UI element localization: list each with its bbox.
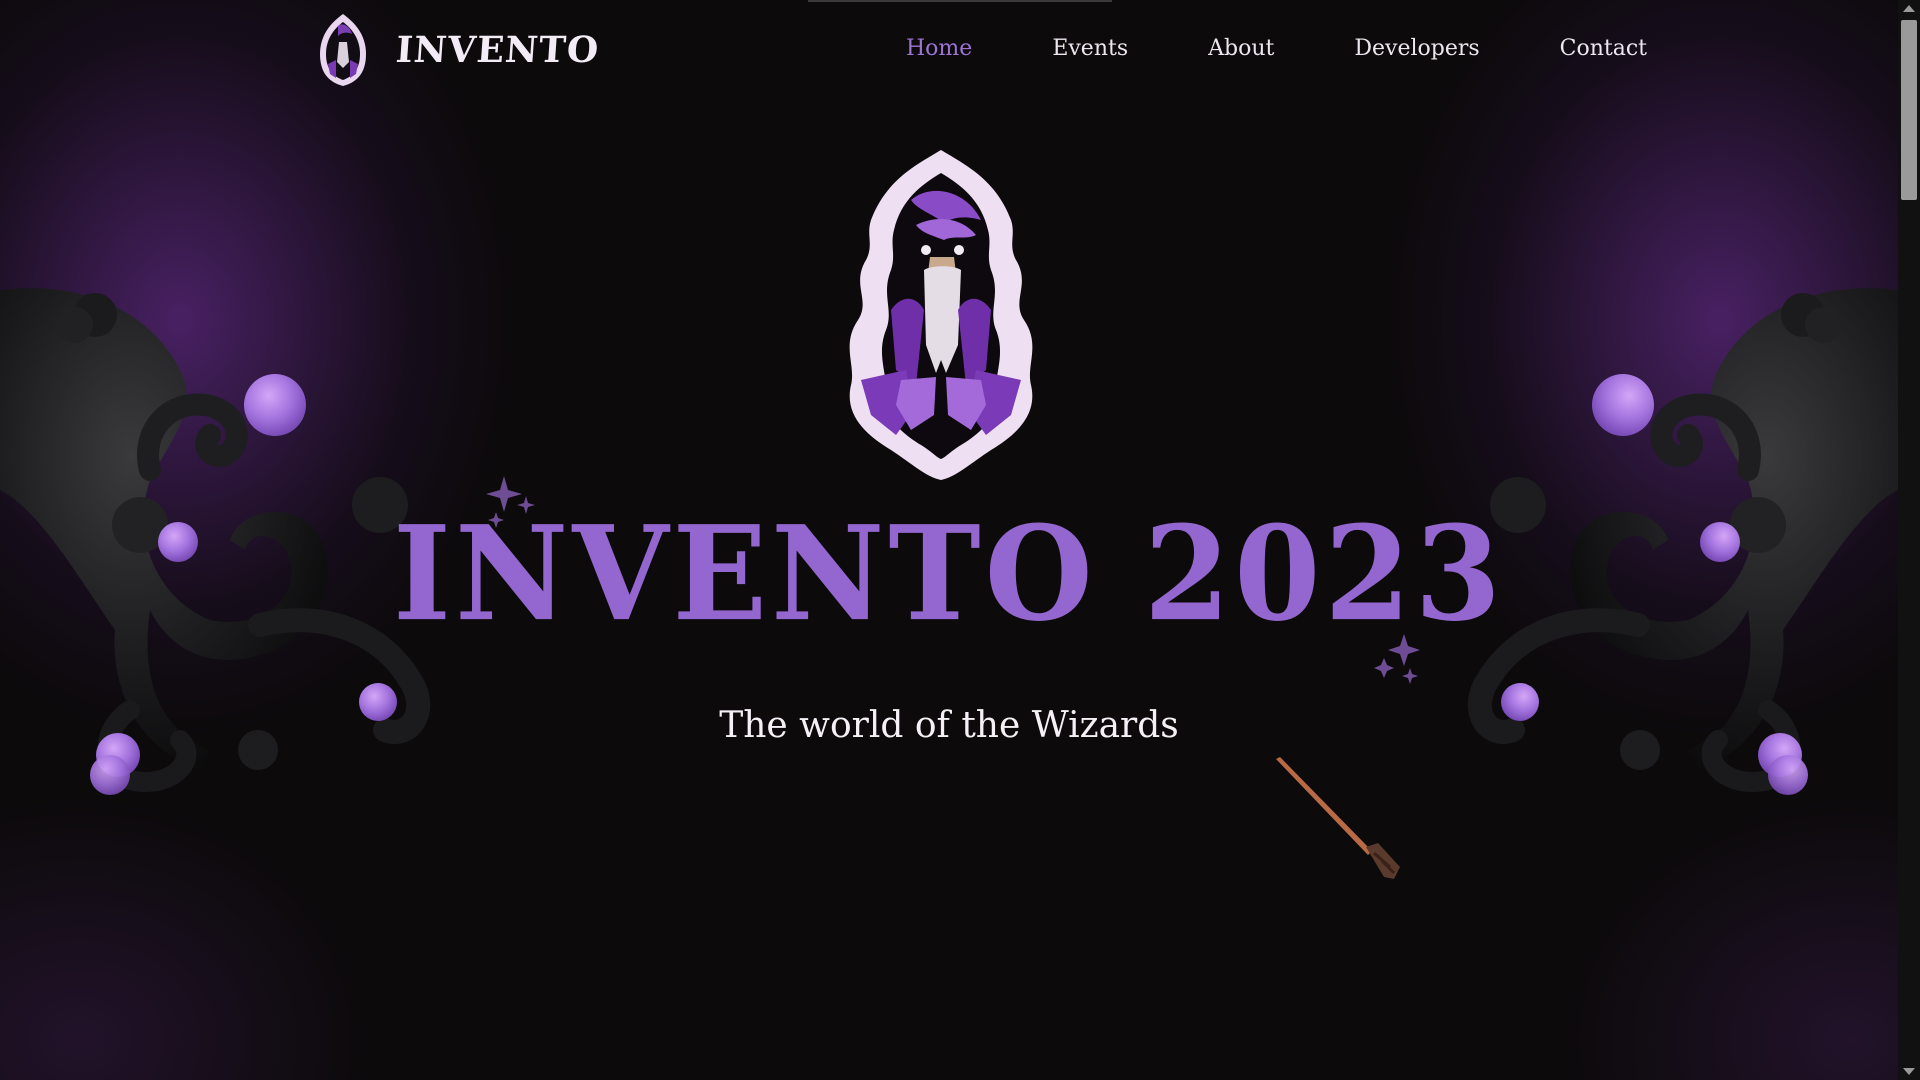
hero-subtitle: The world of the Wizards	[719, 705, 1179, 746]
scroll-thumb[interactable]	[1901, 20, 1917, 200]
wizard-logo-icon	[320, 14, 366, 86]
scroll-up-arrow-icon[interactable]	[1903, 5, 1915, 12]
nav-link-developers[interactable]: Developers	[1354, 30, 1479, 70]
hero-title: INVENTO 2023	[393, 498, 1505, 651]
scroll-down-arrow-icon[interactable]	[1903, 1068, 1915, 1075]
navbar: INVENTO Home Events About Developers Con…	[0, 0, 1898, 100]
nav-link-contact[interactable]: Contact	[1560, 30, 1647, 70]
magic-wand-icon	[1276, 757, 1400, 879]
page: INVENTO Home Events About Developers Con…	[0, 0, 1898, 1080]
nav-links: Home Events About Developers Contact	[880, 30, 1647, 70]
wizard-hero-icon	[849, 150, 1033, 480]
nav-link-about[interactable]: About	[1208, 30, 1274, 70]
nav-link-home[interactable]: Home	[906, 30, 972, 70]
brand-home-link[interactable]: INVENTO	[312, 12, 601, 88]
brand-name: INVENTO	[394, 29, 601, 71]
nav-link-events[interactable]: Events	[1052, 30, 1128, 70]
page-scrollbar[interactable]	[1898, 0, 1920, 1080]
